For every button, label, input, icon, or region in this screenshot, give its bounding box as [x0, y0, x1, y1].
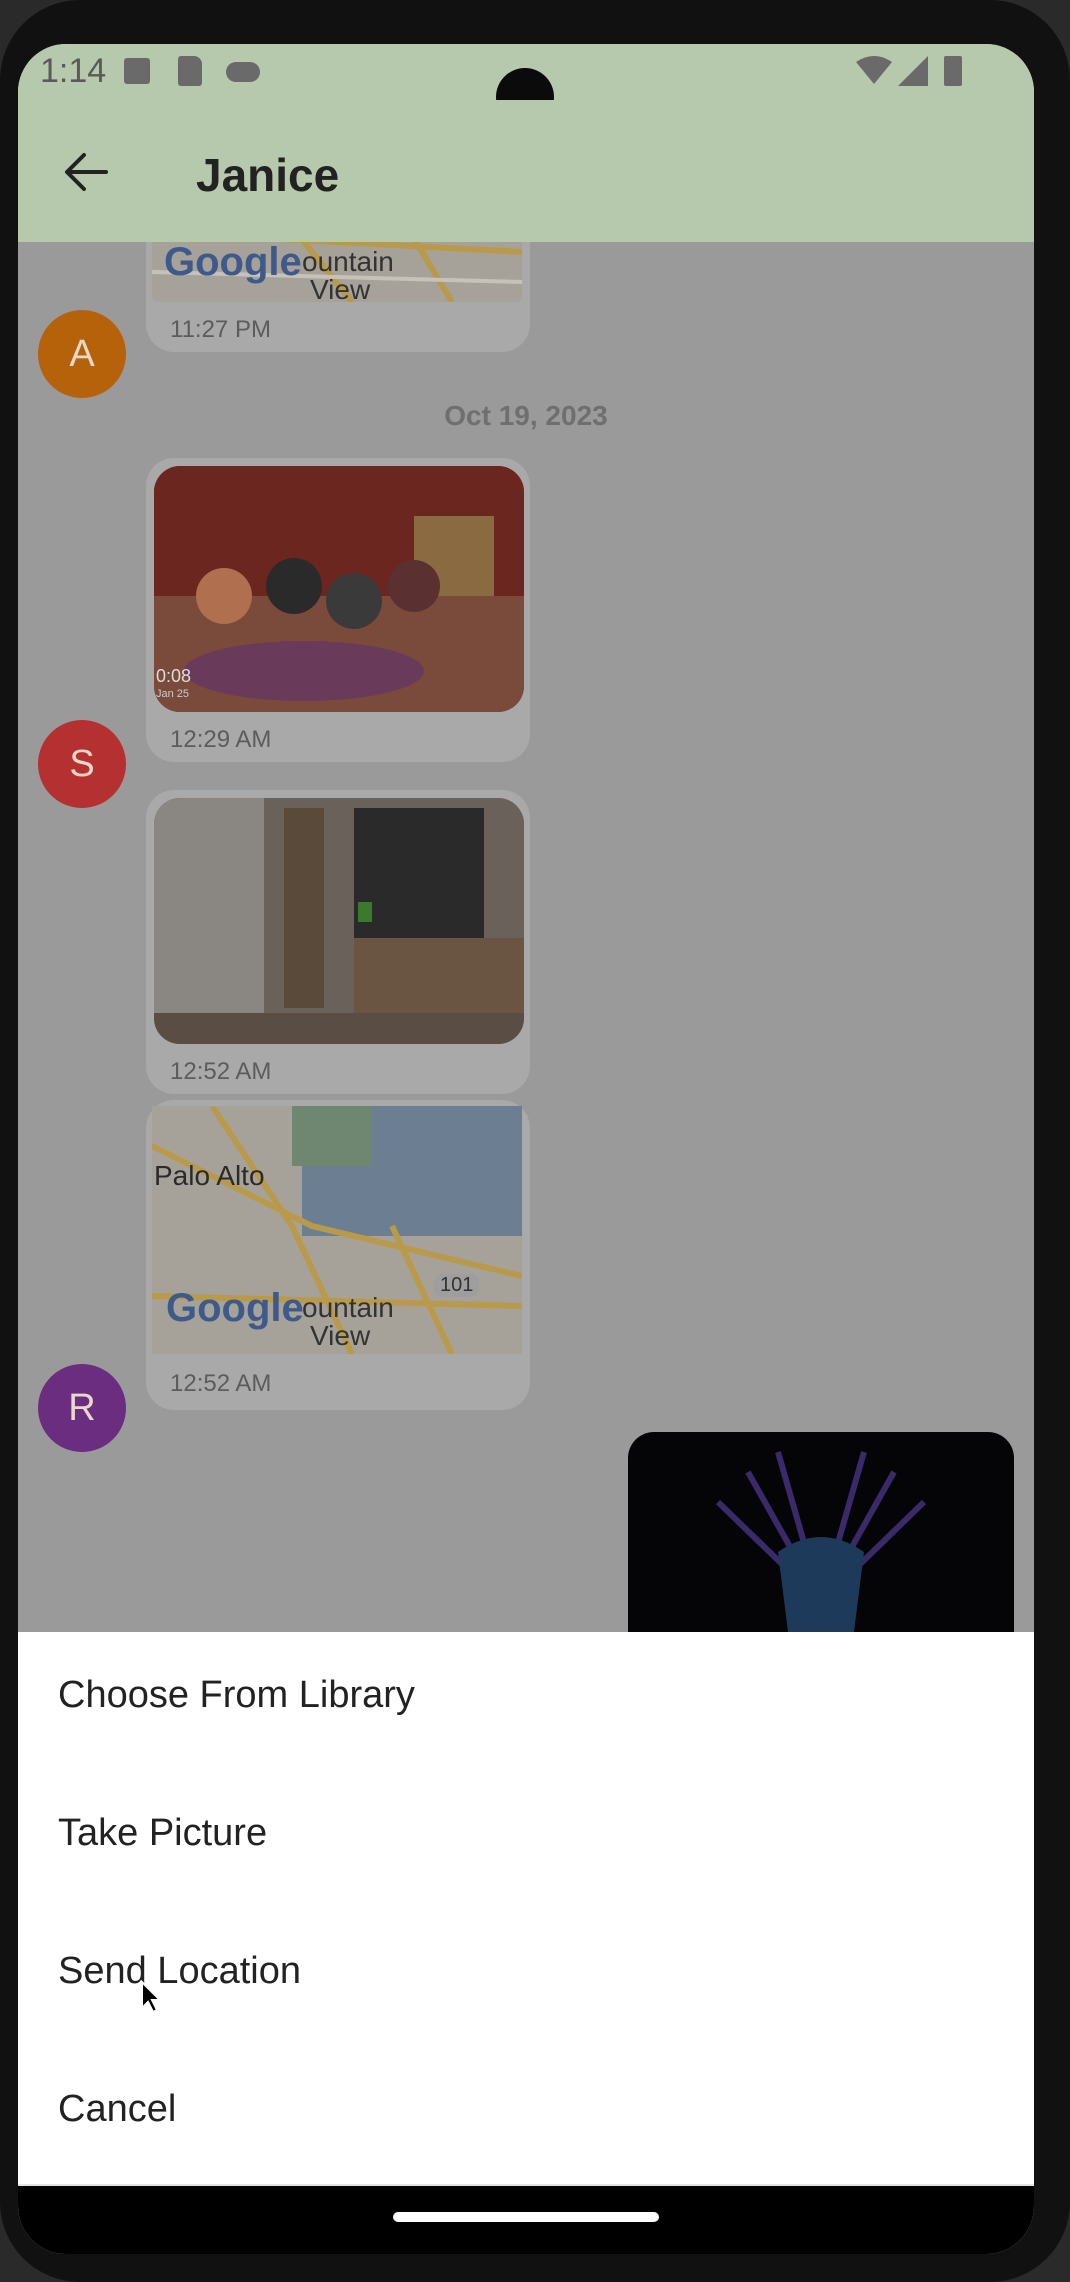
avatar[interactable]: A [38, 310, 126, 398]
message-time: 11:27 PM [170, 316, 271, 343]
avatar-circle: A [38, 310, 126, 398]
overlay-time: 0:08 [156, 666, 192, 686]
avatar-circle: R [38, 1364, 126, 1452]
home-gesture-handle[interactable] [393, 2212, 659, 2222]
game-scene-graphic [154, 466, 524, 712]
map-google-logo: Google [166, 1286, 304, 1330]
back-arrow-icon[interactable] [64, 152, 108, 192]
overlay-date: Jan 25 [156, 688, 190, 700]
map-label: View [310, 274, 371, 302]
wifi-icon [856, 56, 892, 84]
device-frame: A Google ountain View 101 11:27 PM Oct 1… [0, 0, 1070, 2282]
map-thumbnail[interactable]: Palo Alto Google ountain View 101 [152, 1106, 522, 1354]
map-highway-shield: 101 [434, 1274, 480, 1297]
app-bar: Janice [18, 100, 1034, 242]
bottom-sheet: Choose From Library Take Picture Send Lo… [18, 1632, 1034, 2184]
signal-icon [898, 56, 928, 86]
map-label: View [310, 1320, 371, 1351]
chat-list[interactable]: A Google ountain View 101 11:27 PM Oct 1… [18, 202, 1034, 1692]
screen: A Google ountain View 101 11:27 PM Oct 1… [18, 44, 1034, 2254]
avatar-circle: S [38, 720, 126, 808]
page-title: Janice [196, 149, 340, 201]
message-bubble[interactable]: 0:08 Jan 25 12:29 AM [146, 458, 530, 762]
message-time: 12:29 AM [170, 726, 272, 753]
message-time: 12:52 AM [170, 1058, 272, 1085]
take-picture-option[interactable]: Take Picture [58, 1812, 267, 1855]
image-thumbnail[interactable] [154, 798, 524, 1044]
choose-from-library-option[interactable]: Choose From Library [58, 1674, 415, 1717]
avatar[interactable]: S [38, 720, 126, 808]
room-scene-graphic [154, 798, 524, 1044]
image-thumbnail[interactable]: 0:08 Jan 25 [154, 466, 524, 712]
map-google-logo: Google [164, 240, 302, 284]
cloud-icon [226, 62, 260, 82]
message-bubble[interactable]: 12:52 AM [146, 790, 530, 1094]
status-time: 1:14 [40, 52, 107, 90]
send-location-option[interactable]: Send Location [58, 1950, 301, 1993]
mouse-cursor-icon [141, 1980, 162, 2014]
notification-icon [124, 58, 150, 84]
battery-icon [944, 56, 962, 86]
avatar[interactable]: R [38, 1364, 126, 1452]
sd-card-icon [178, 56, 202, 86]
message-bubble[interactable]: Palo Alto Google ountain View 101 12:52 … [146, 1100, 530, 1410]
message-time: 12:52 AM [170, 1370, 272, 1397]
map-label: Palo Alto [154, 1160, 265, 1191]
date-separator: Oct 19, 2023 [444, 400, 608, 431]
cancel-option[interactable]: Cancel [58, 2088, 176, 2131]
